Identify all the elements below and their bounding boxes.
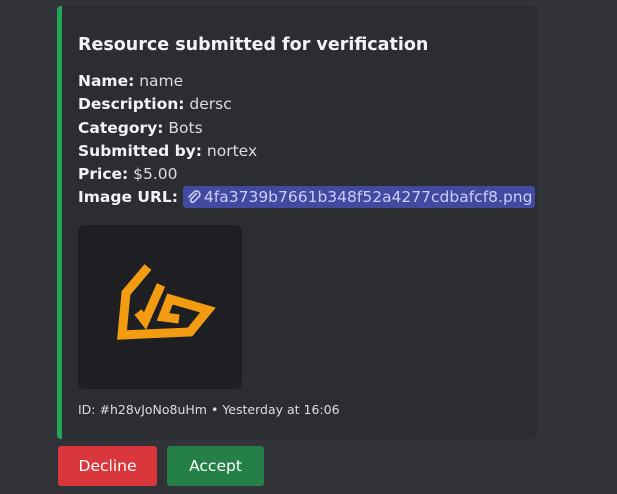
embed-footer: ID: #h28vJoNo8uHm • Yesterday at 16:06: [78, 402, 340, 417]
field-value: name: [139, 72, 184, 90]
decline-button[interactable]: Decline: [58, 446, 157, 486]
field-category: Category: Bots: [78, 117, 535, 140]
field-value: Bots: [168, 118, 203, 137]
field-price: Price: $5.00: [78, 163, 535, 186]
footer-id: ID: #h28vJoNo8uHm: [78, 402, 207, 417]
field-label: Category:: [78, 118, 164, 137]
paperclip-icon: [188, 190, 201, 204]
footer-timestamp: Yesterday at 16:06: [222, 402, 340, 417]
field-label: Image URL:: [78, 188, 178, 207]
resource-logo: [117, 264, 216, 340]
resource-thumbnail[interactable]: [78, 225, 242, 389]
field-submitted-by: Submitted by: nortex: [78, 140, 535, 163]
image-url-text[interactable]: 4fa3739b7661b348f52a4277cdbafcf8.png: [204, 188, 533, 206]
field-label: Description:: [78, 95, 185, 114]
embed-accent-bar: [57, 6, 62, 439]
field-label: Name:: [78, 72, 135, 90]
field-description: Description: dersc: [78, 93, 535, 116]
field-image-url: Image URL: 4fa3739b7661b348f52a4277cdbaf…: [78, 186, 536, 209]
embed-title: Resource submitted for verification: [78, 35, 429, 55]
field-name: Name: name: [78, 70, 535, 93]
embed-fields: Name: name Description: dersc Category: …: [78, 70, 536, 210]
field-label: Submitted by:: [78, 141, 202, 160]
field-value: dersc: [189, 95, 232, 114]
resource-embed: Resource submitted for verification Name…: [57, 6, 537, 439]
image-url-link[interactable]: 4fa3739b7661b348f52a4277cdbafcf8.png: [182, 186, 536, 209]
field-value: $5.00: [133, 165, 178, 184]
footer-separator: •: [210, 402, 219, 417]
field-value: nortex: [206, 141, 258, 160]
accept-button[interactable]: Accept: [167, 446, 264, 486]
field-label: Price:: [78, 165, 129, 184]
